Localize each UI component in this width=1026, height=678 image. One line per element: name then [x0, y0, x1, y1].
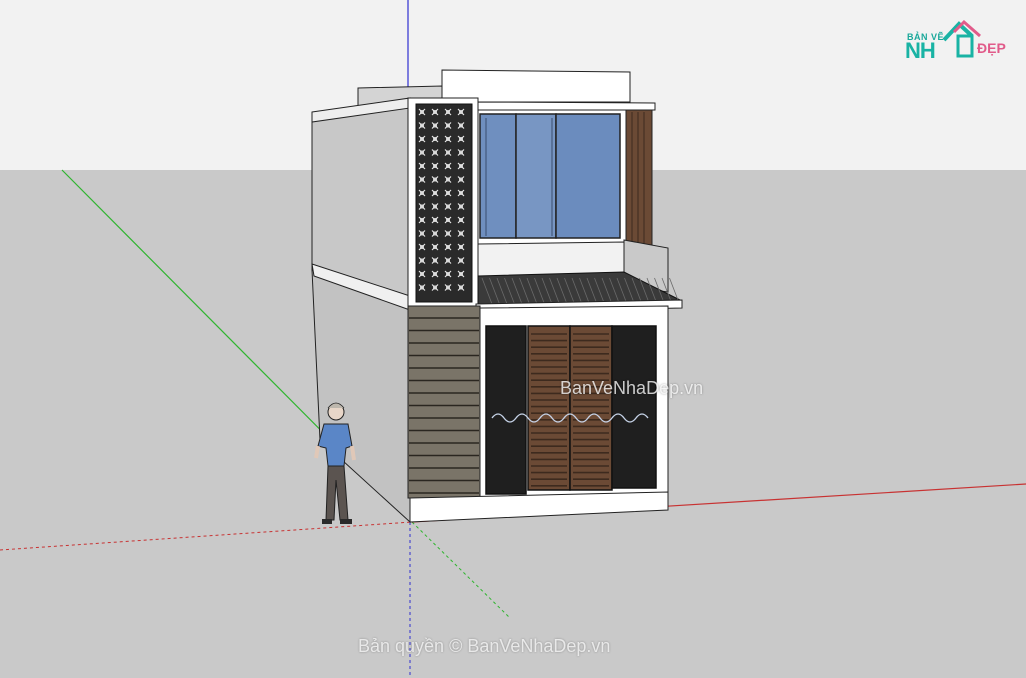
window-pane-2 [515, 113, 557, 239]
logo-big-text: NH [905, 38, 936, 63]
glass-door-right [611, 325, 657, 489]
stone-cladding [407, 305, 481, 499]
two-storey-townhouse-model[interactable] [311, 69, 683, 524]
wood-panel-upper [625, 109, 653, 247]
window-pane-1 [479, 113, 517, 239]
bottom-watermark: Bản quyền © BanVeNhaDep.vn [358, 636, 611, 656]
glass-door-left [485, 325, 527, 495]
upper-roof-slab [475, 101, 656, 111]
window-pane-3 [555, 113, 621, 239]
logo-accent-text: ĐẸP [977, 40, 1006, 56]
modeling-viewport[interactable]: BẢN VẼ NH ĐẸP BanVeNhaDep.vn Bản quyền ©… [0, 0, 1026, 678]
center-watermark: BanVeNhaDep.vn [560, 378, 704, 398]
scene-canvas[interactable] [0, 0, 1026, 678]
roof-parapet [441, 69, 631, 103]
